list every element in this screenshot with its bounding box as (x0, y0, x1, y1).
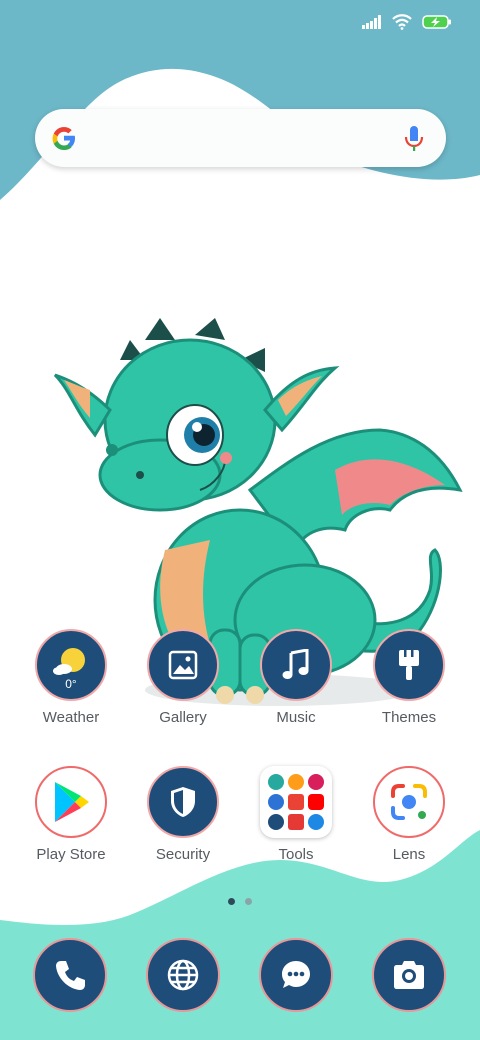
tools-mini-icon (308, 794, 324, 810)
app-label: Tools (278, 846, 314, 863)
status-bar (362, 10, 452, 34)
tools-mini-icon (288, 814, 304, 830)
battery-charging-icon (422, 15, 451, 29)
app-label: Gallery (159, 709, 207, 726)
app-themes[interactable]: Themes (354, 629, 464, 726)
google-g-icon[interactable] (49, 123, 79, 153)
dock-browser[interactable] (146, 938, 220, 1012)
weather-temperature: 0° (65, 677, 77, 691)
play-store-icon[interactable] (35, 766, 107, 838)
tools-mini-icon (268, 774, 284, 790)
app-play-store[interactable]: Play Store (16, 766, 126, 863)
google-search-bar[interactable] (35, 109, 446, 167)
page-dot[interactable] (245, 898, 252, 905)
app-label: Security (155, 846, 211, 863)
app-label: Weather (42, 709, 100, 726)
app-label: Themes (381, 709, 437, 726)
shield-icon[interactable] (147, 766, 219, 838)
dock-camera[interactable] (372, 938, 446, 1012)
tools-mini-icon (268, 814, 284, 830)
tools-mini-icon (268, 794, 284, 810)
themes-brush-icon[interactable] (373, 629, 445, 701)
app-music[interactable]: Music (241, 629, 351, 726)
app-tools[interactable]: Tools (241, 766, 351, 863)
lens-icon[interactable] (373, 766, 445, 838)
app-label: Play Store (36, 846, 106, 863)
messages-icon[interactable] (259, 938, 333, 1012)
globe-icon[interactable] (146, 938, 220, 1012)
gallery-icon[interactable] (147, 629, 219, 701)
camera-icon[interactable] (372, 938, 446, 1012)
app-weather[interactable]: 0° Weather (16, 629, 126, 726)
signal-icon (362, 15, 381, 29)
wifi-icon (392, 14, 412, 30)
dock-phone[interactable] (33, 938, 107, 1012)
phone-icon[interactable] (33, 938, 107, 1012)
tools-folder-icon[interactable] (260, 766, 332, 838)
app-gallery[interactable]: Gallery (128, 629, 238, 726)
weather-icon[interactable]: 0° (35, 629, 107, 701)
microphone-icon[interactable] (404, 124, 424, 152)
app-label: Music (276, 709, 316, 726)
tools-mini-icon (288, 794, 304, 810)
tools-mini-icon (308, 774, 324, 790)
dock-messages[interactable] (259, 938, 333, 1012)
app-lens[interactable]: Lens (354, 766, 464, 863)
app-label: Lens (392, 846, 426, 863)
search-input[interactable] (95, 119, 379, 159)
app-security[interactable]: Security (128, 766, 238, 863)
tools-mini-icon (308, 814, 324, 830)
music-icon[interactable] (260, 629, 332, 701)
page-dot-active[interactable] (228, 898, 235, 905)
page-indicator (0, 898, 480, 905)
tools-mini-icon (288, 774, 304, 790)
